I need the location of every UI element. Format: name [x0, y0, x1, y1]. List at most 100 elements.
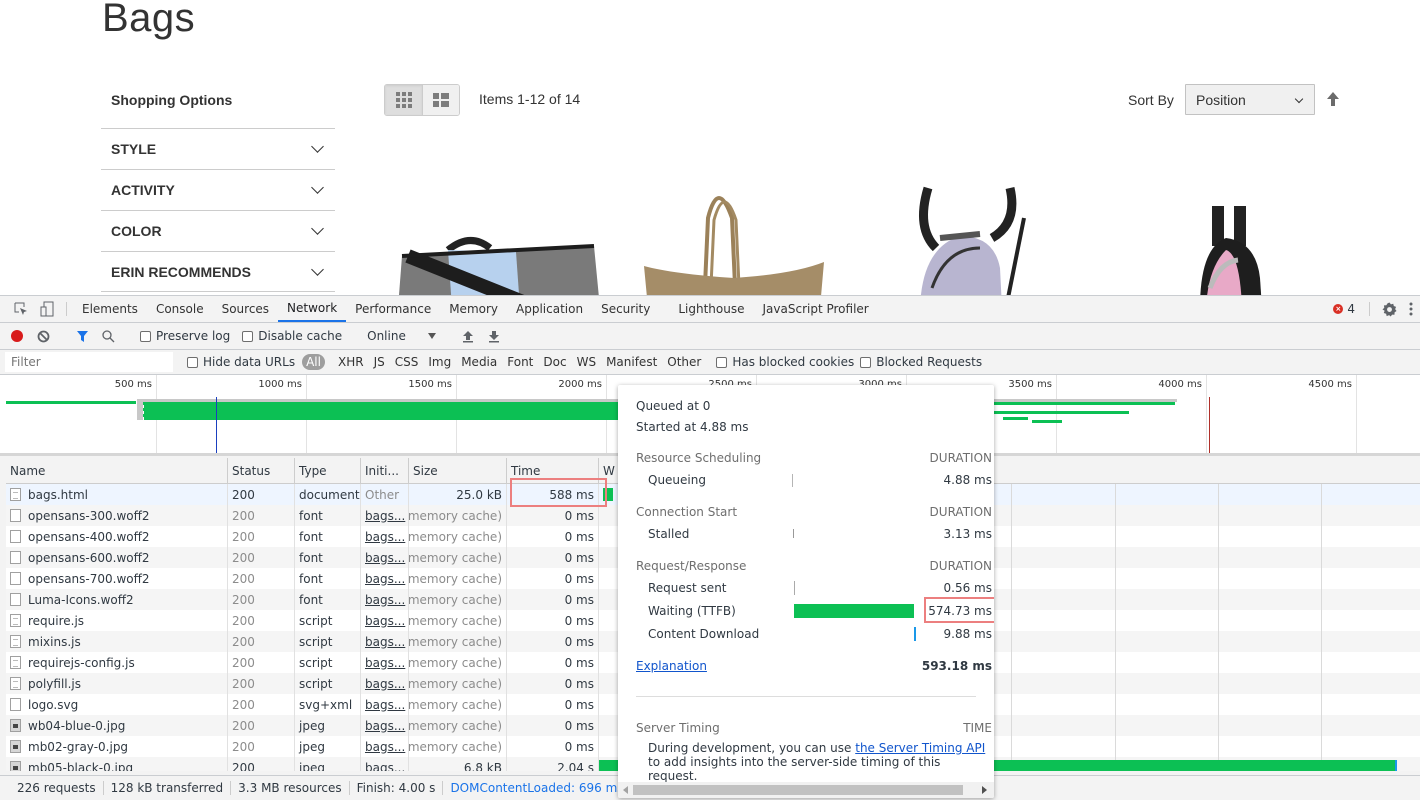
cell-initiator[interactable]: bags... [361, 673, 409, 694]
filter-type-ws[interactable]: WS [573, 354, 600, 370]
blocked-requests-checkbox[interactable]: Blocked Requests [860, 355, 982, 369]
filter-type-manifest[interactable]: Manifest [602, 354, 661, 370]
cell-initiator[interactable]: bags... [361, 694, 409, 715]
cell-name[interactable]: opensans-400.woff2 [6, 526, 228, 547]
filter-type-all[interactable]: All [302, 354, 325, 370]
export-har-button[interactable] [481, 323, 507, 349]
tab-lighthouse[interactable]: Lighthouse [669, 296, 753, 322]
cell-name[interactable]: logo.svg [6, 694, 228, 715]
import-har-button[interactable] [455, 323, 481, 349]
cell-name[interactable]: mb05-black-0.jpg [6, 757, 228, 771]
cell-name[interactable]: Luma-Icons.woff2 [6, 589, 228, 610]
popover-horizontal-scrollbar[interactable] [618, 782, 994, 798]
scrollbar-thumb[interactable] [633, 785, 963, 795]
filter-type-doc[interactable]: Doc [539, 354, 570, 370]
cell-initiator[interactable]: bags... [361, 757, 409, 771]
cell-initiator[interactable]: bags... [361, 589, 409, 610]
product-image-messenger-bag[interactable] [388, 178, 604, 295]
cell-initiator[interactable]: bags... [361, 652, 409, 673]
scroll-left-icon[interactable] [623, 786, 628, 794]
hide-data-urls-checkbox[interactable]: Hide data URLs [187, 355, 295, 369]
cell-name[interactable]: opensans-600.woff2 [6, 547, 228, 568]
tab-memory[interactable]: Memory [440, 296, 507, 322]
column-header-name[interactable]: Name [6, 458, 228, 483]
checkbox[interactable] [140, 330, 151, 342]
search-button[interactable] [95, 323, 121, 349]
cell-name[interactable]: polyfill.js [6, 673, 228, 694]
cell-initiator[interactable]: bags... [361, 631, 409, 652]
device-toolbar-icon[interactable] [34, 296, 60, 322]
cell-initiator[interactable]: bags... [361, 736, 409, 757]
tab-network[interactable]: Network [278, 296, 347, 322]
filter-type-css[interactable]: CSS [391, 354, 423, 370]
cell-name[interactable]: mb02-gray-0.jpg [6, 736, 228, 757]
filter-erin-recommends[interactable]: ERIN RECOMMENDS [101, 251, 335, 292]
product-image-lavender-backpack[interactable] [860, 178, 1076, 295]
cell-name[interactable]: requirejs-config.js [6, 652, 228, 673]
has-blocked-cookies-checkbox[interactable]: Has blocked cookies [716, 355, 854, 369]
inspect-element-icon[interactable] [8, 296, 34, 322]
tab-security[interactable]: Security [592, 296, 659, 322]
filter-color[interactable]: COLOR [101, 210, 335, 251]
tab-javascript-profiler[interactable]: JavaScript Profiler [754, 296, 878, 322]
arrow-up-icon[interactable] [1326, 91, 1340, 107]
error-count-badge[interactable]: × 4 [1325, 302, 1363, 316]
product-image-pink-backpack[interactable] [1096, 178, 1312, 295]
tab-application[interactable]: Application [507, 296, 592, 322]
checkbox[interactable] [860, 356, 872, 368]
filter-type-img[interactable]: Img [424, 354, 455, 370]
network-toolbar: Preserve log Disable cache Online [0, 323, 1420, 350]
cell-initiator[interactable]: bags... [361, 547, 409, 568]
clear-button[interactable] [30, 323, 56, 349]
tab-elements[interactable]: Elements [73, 296, 147, 322]
tab-performance[interactable]: Performance [346, 296, 440, 322]
filter-activity[interactable]: ACTIVITY [101, 169, 335, 210]
column-header-size[interactable]: Size [409, 458, 507, 483]
cell-initiator[interactable]: bags... [361, 526, 409, 547]
tab-console[interactable]: Console [147, 296, 213, 322]
server-timing-api-link[interactable]: the Server Timing API [855, 741, 985, 755]
record-button[interactable] [4, 323, 30, 349]
preserve-log-checkbox[interactable]: Preserve log [140, 329, 230, 343]
filter-style[interactable]: STYLE [101, 128, 335, 169]
filter-type-other[interactable]: Other [663, 354, 705, 370]
cell-initiator[interactable]: bags... [361, 505, 409, 526]
column-header-type[interactable]: Type [295, 458, 361, 483]
overview-tick-label: 4000 ms [1158, 379, 1202, 390]
cell-type: jpeg [295, 757, 361, 771]
product-image-tote-bag[interactable] [624, 178, 840, 295]
cell-initiator[interactable]: bags... [361, 568, 409, 589]
cell-name[interactable]: bags.html [6, 484, 228, 505]
waterfall-gridline [1218, 673, 1219, 694]
disable-cache-checkbox[interactable]: Disable cache [242, 329, 342, 343]
throttling-select[interactable]: Online [361, 329, 442, 343]
cell-initiator[interactable]: bags... [361, 610, 409, 631]
checkbox[interactable] [242, 330, 254, 342]
more-options-icon[interactable] [1402, 302, 1420, 316]
filter-input[interactable] [5, 352, 173, 372]
grid-view-button[interactable] [385, 85, 422, 115]
filter-toggle-button[interactable] [69, 323, 95, 349]
scroll-right-icon[interactable] [982, 786, 987, 794]
cell-name[interactable]: mixins.js [6, 631, 228, 652]
list-view-button[interactable] [422, 85, 459, 115]
cell-initiator[interactable]: bags... [361, 715, 409, 736]
filter-type-xhr[interactable]: XHR [334, 354, 368, 370]
filter-type-js[interactable]: JS [370, 354, 389, 370]
request-name: polyfill.js [28, 676, 82, 691]
column-header-initiator[interactable]: Initi... [361, 458, 409, 483]
explanation-link[interactable]: Explanation [636, 659, 707, 673]
cell-name[interactable]: require.js [6, 610, 228, 631]
filter-type-font[interactable]: Font [503, 354, 537, 370]
column-header-time[interactable]: Time [507, 458, 599, 483]
settings-gear-icon[interactable] [1376, 301, 1402, 317]
column-header-status[interactable]: Status [228, 458, 295, 483]
sort-by-select[interactable]: Position [1185, 84, 1315, 115]
filter-type-media[interactable]: Media [457, 354, 501, 370]
cell-name[interactable]: wb04-blue-0.jpg [6, 715, 228, 736]
cell-name[interactable]: opensans-300.woff2 [6, 505, 228, 526]
tab-sources[interactable]: Sources [213, 296, 278, 322]
cell-name[interactable]: opensans-700.woff2 [6, 568, 228, 589]
checkbox[interactable] [187, 356, 198, 368]
checkbox[interactable] [716, 356, 728, 368]
